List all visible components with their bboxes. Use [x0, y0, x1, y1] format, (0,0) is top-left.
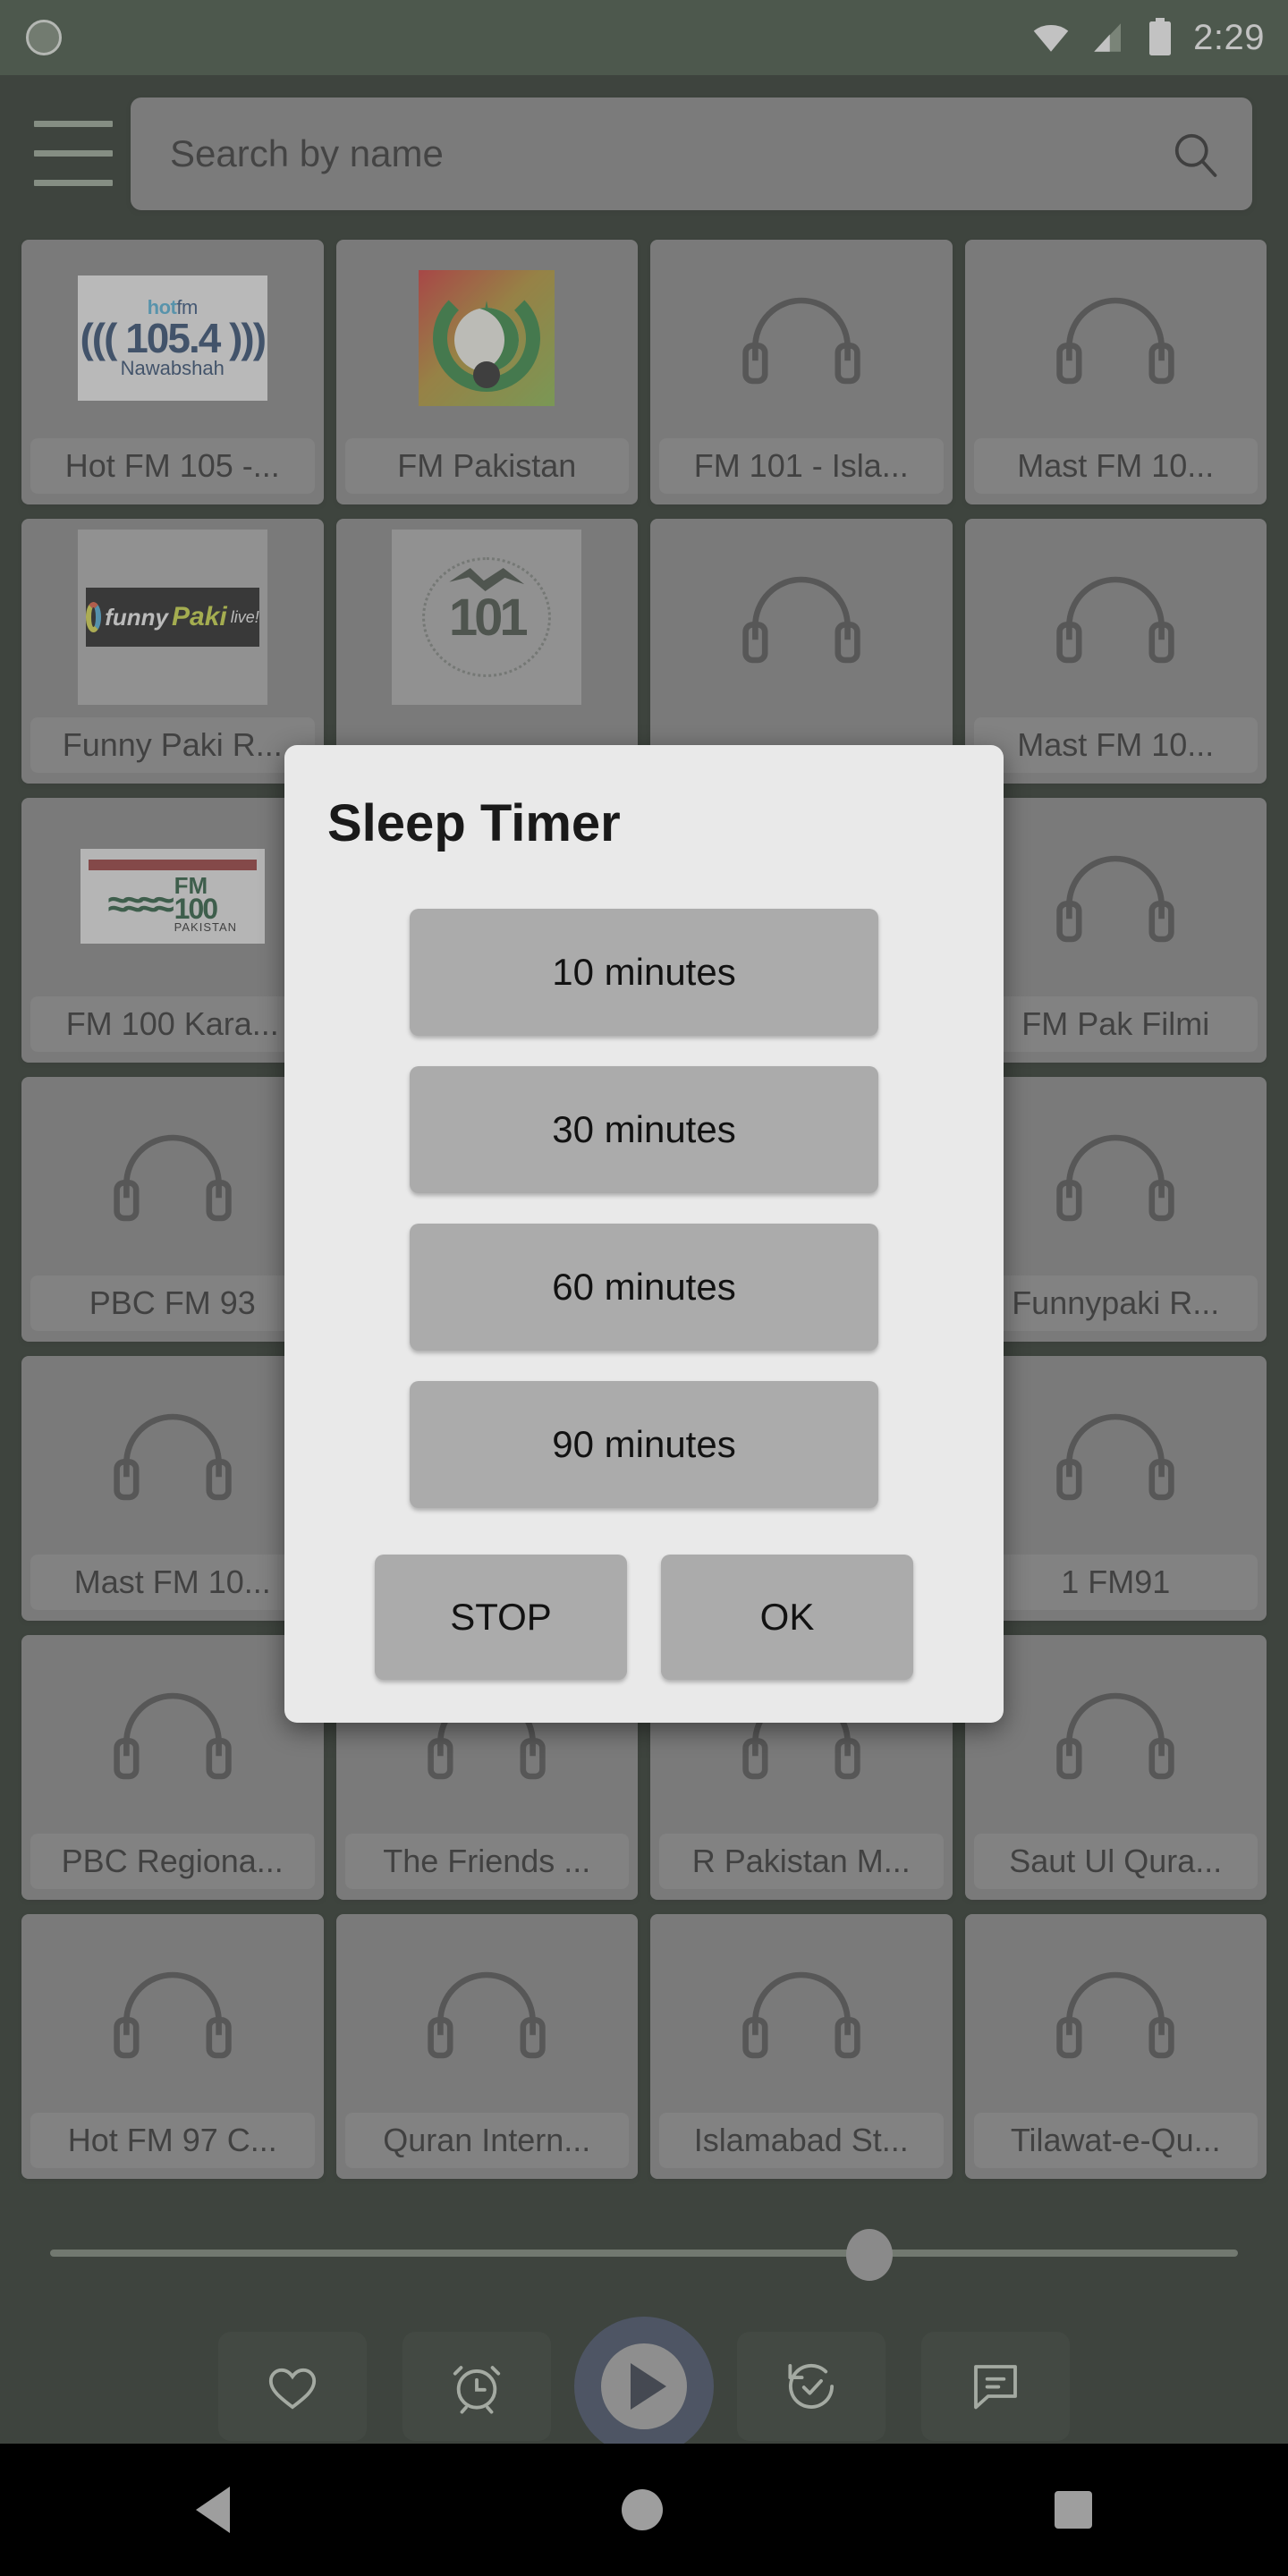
back-nav-icon[interactable]	[196, 2487, 230, 2533]
timer-option-90[interactable]: 90 minutes	[410, 1381, 878, 1508]
dialog-actions: STOP OK	[284, 1555, 1004, 1680]
system-navigation-bar	[0, 2444, 1288, 2576]
recents-nav-icon[interactable]	[1055, 2491, 1092, 2529]
sleep-timer-dialog: Sleep Timer 10 minutes 30 minutes 60 minut…	[284, 745, 1004, 1723]
timer-option-60[interactable]: 60 minutes	[410, 1224, 878, 1351]
dialog-options-list: 10 minutes 30 minutes 60 minutes 90 minutes	[284, 909, 1004, 1508]
timer-option-10[interactable]: 10 minutes	[410, 909, 878, 1036]
ok-button[interactable]: OK	[661, 1555, 913, 1680]
home-nav-icon[interactable]	[622, 2489, 663, 2530]
timer-option-30[interactable]: 30 minutes	[410, 1066, 878, 1193]
stop-button[interactable]: STOP	[375, 1555, 627, 1680]
dialog-title: Sleep Timer	[327, 794, 621, 852]
app-root: 2:29 hotfm((( 105.4 )))NawabshahHot FM 1…	[0, 0, 1288, 2576]
